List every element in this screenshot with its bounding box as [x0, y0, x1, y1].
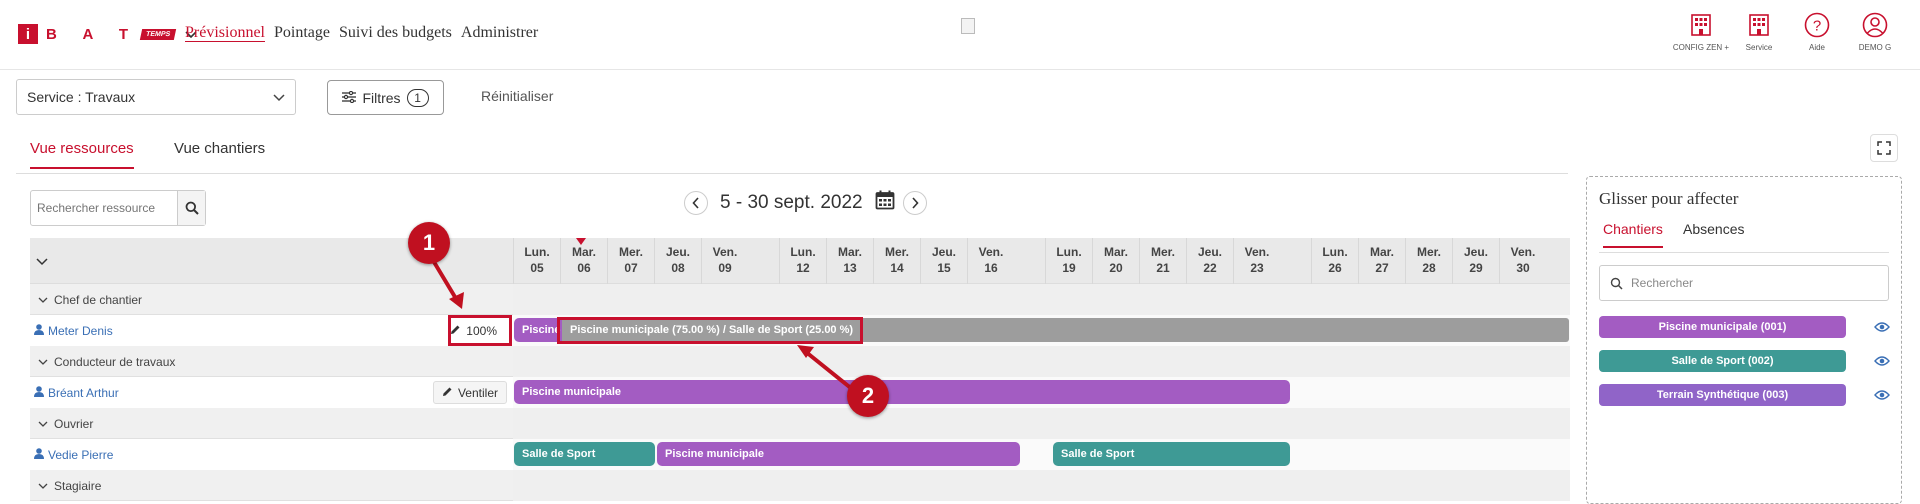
chantier-search-placeholder: Rechercher: [1631, 276, 1694, 290]
chantier-search[interactable]: Rechercher: [1599, 265, 1889, 301]
tab-absences[interactable]: Absences: [1683, 221, 1744, 246]
annotation-callout-2: 2: [847, 375, 889, 417]
chantier-item[interactable]: Terrain Synthétique (003): [1599, 384, 1846, 406]
assign-panel-title: Glisser pour affecter: [1599, 189, 1739, 208]
assign-panel: Glisser pour affecter Chantiers Absences…: [1586, 176, 1902, 504]
eye-icon[interactable]: [1873, 352, 1891, 370]
search-icon: [1610, 277, 1623, 290]
annotation-callout-1: 1: [408, 222, 450, 264]
tab-chantiers[interactable]: Chantiers: [1603, 221, 1663, 248]
chantier-item[interactable]: Piscine municipale (001): [1599, 316, 1846, 338]
assign-panel-tabs: Chantiers Absences: [1599, 221, 1889, 253]
eye-icon[interactable]: [1873, 318, 1891, 336]
chantier-item[interactable]: Salle de Sport (002): [1599, 350, 1846, 372]
eye-icon[interactable]: [1873, 386, 1891, 404]
